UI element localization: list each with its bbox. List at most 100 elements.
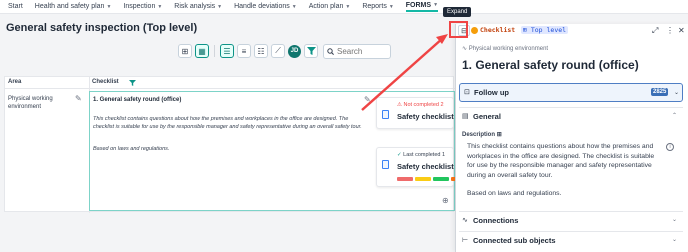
nav-item-label: Reports <box>362 3 387 10</box>
nav-item-forms[interactable]: FORMS ▼ <box>405 1 439 12</box>
chevron-up-icon: ⌃ <box>671 113 677 119</box>
document-icon: ▤ <box>462 113 469 120</box>
status-text: Last completed <box>403 152 441 158</box>
edit-icon[interactable]: ✎ <box>364 95 371 104</box>
progress-segment <box>433 177 449 181</box>
nav-item-risk-analysis[interactable]: Risk analysis ▼ <box>174 3 222 10</box>
checklist-based-on: Based on laws and regulations. <box>93 146 170 152</box>
nav-item-label: FORMS <box>405 1 432 9</box>
area-icon: ∿ <box>462 46 468 52</box>
follow-up-count: 2825 <box>651 88 669 96</box>
nav-item-label: Action plan <box>308 3 344 10</box>
chevron-down-icon: ▼ <box>388 3 394 10</box>
checklist-description: This checklist contains questions about … <box>93 116 362 130</box>
panel-subtitle-text: Physical working environment <box>468 46 549 52</box>
sub-objects-label: Connected sub objects <box>473 236 556 245</box>
status-badge: ✓ Last completed 1 <box>397 152 445 158</box>
close-icon[interactable]: ✕ <box>678 26 685 35</box>
checklist-tag-label: Checklist <box>480 26 516 34</box>
top-level-tag: ⊞ Top level <box>521 26 569 34</box>
checklist-card[interactable]: ⚠ Not completed 2 Safety checklist <box>376 97 454 129</box>
nav-item-handle-deviations[interactable]: Handle deviations ▼ <box>234 3 297 10</box>
chevron-down-icon: ▼ <box>106 3 112 10</box>
check-icon: ✓ <box>397 152 402 158</box>
column-filter-icon[interactable] <box>129 80 136 86</box>
chart-icon: ⟋ <box>275 46 281 55</box>
add-icon[interactable]: ⊕ <box>442 196 449 205</box>
general-section-header[interactable]: ▤ General ⌃ <box>459 107 683 124</box>
nav-item-label: Start <box>8 3 23 10</box>
chevron-down-icon: ▼ <box>433 2 439 8</box>
top-level-label: Top level <box>530 26 567 34</box>
column-header-area[interactable]: Area <box>8 79 21 85</box>
page-title: General safety inspection (Top level) <box>6 22 198 34</box>
follow-up-icon: ⊡ <box>464 89 470 96</box>
nav-item-label: Risk analysis <box>174 3 216 10</box>
toolbar-divider <box>214 45 215 57</box>
description-text: This checklist contains questions about … <box>467 143 655 179</box>
follow-up-label: Follow up <box>474 88 509 97</box>
nav-item-inspection[interactable]: Inspection ▼ <box>123 3 162 10</box>
hierarchy-icon: ⊞ <box>523 26 527 34</box>
view-toolbar: ⊞ ▦ ☰ ≡ ☷ ⟋ JD <box>178 43 391 59</box>
connections-icon: ∿ <box>462 217 468 224</box>
checklist-grid: Area Checklist Physical working environm… <box>4 76 467 213</box>
header-divider <box>5 88 455 89</box>
column-header-checklist[interactable]: Checklist <box>92 79 119 85</box>
search-input[interactable] <box>323 43 391 59</box>
info-icon[interactable]: i <box>666 143 674 151</box>
checklist-card[interactable]: ✓ Last completed 1 Safety checklist <box>376 147 467 187</box>
details-panel: ⊟ Checklist ⊞ Top level ⤢ ⋮ ✕ ∿ Physical… <box>455 24 688 252</box>
hierarchy-icon: ⊞ <box>496 132 502 138</box>
edit-icon[interactable]: ✎ <box>75 94 82 103</box>
panel-subtitle: ∿ Physical working environment <box>462 45 548 52</box>
list-view-button[interactable]: ☰ <box>220 44 234 58</box>
chevron-down-icon: ▼ <box>157 3 163 10</box>
filter-icon <box>306 47 316 55</box>
filter-button[interactable] <box>304 44 318 58</box>
chevron-down-icon: ▼ <box>291 3 297 10</box>
status-count: 2 <box>440 102 444 108</box>
card-title: Safety checklist <box>397 112 454 121</box>
chevron-down-icon: ⌄ <box>671 237 677 243</box>
compact-list-button[interactable]: ≡ <box>237 44 251 58</box>
highlight-box <box>449 21 468 38</box>
connections-label: Connections <box>473 216 519 225</box>
progress-segment <box>397 177 413 181</box>
description-label-text: Description <box>462 132 496 138</box>
chevron-down-icon: ▼ <box>345 3 351 10</box>
search-field[interactable] <box>337 46 389 56</box>
nav-item-label: Health and safety plan <box>34 3 105 10</box>
panel-title: 1. General safety round (office) <box>462 58 639 72</box>
detail-list-button[interactable]: ☷ <box>254 44 268 58</box>
status-badge: ⚠ Not completed 2 <box>397 102 444 108</box>
sub-objects-icon: ⊢ <box>462 237 469 244</box>
grid-icon: ▦ <box>198 46 206 56</box>
nav-item-label: Inspection <box>123 3 156 10</box>
top-navigation: Start Health and safety plan ▼ Inspection… <box>0 0 688 14</box>
checklist-cell[interactable]: 1. General safety round (office) ✎ This … <box>89 91 467 211</box>
pin-icon[interactable]: ⤢ <box>652 26 658 36</box>
follow-up-section[interactable]: ⊡ Follow up 2825 ⌄ <box>459 83 683 102</box>
sub-objects-section-header[interactable]: ⊢ Connected sub objects ⌄ <box>459 231 683 248</box>
nav-item-label: Handle deviations <box>234 3 290 10</box>
chevron-down-icon: ⌄ <box>671 217 677 223</box>
nav-item-reports[interactable]: Reports ▼ <box>362 3 393 10</box>
connections-section-header[interactable]: ∿ Connections ⌄ <box>459 211 683 228</box>
checklist-tag-icon <box>471 26 478 34</box>
more-options-icon[interactable]: ⋮ <box>666 26 674 35</box>
avatar[interactable]: JD <box>288 44 301 58</box>
hierarchy-icon: ⊞ <box>181 46 189 56</box>
chart-view-button[interactable]: ⟋ <box>271 44 285 58</box>
hierarchy-view-button[interactable]: ⊞ <box>178 44 192 58</box>
description-label: Description ⊞ <box>462 131 502 138</box>
nav-item-start[interactable]: Start <box>8 3 23 10</box>
document-icon <box>382 110 389 119</box>
nav-item-action-plan[interactable]: Action plan ▼ <box>309 3 351 10</box>
status-text: Not completed <box>403 102 439 108</box>
nav-item-health-safety-plan[interactable]: Health and safety plan ▼ <box>35 3 112 10</box>
detail-list-icon: ☷ <box>257 46 265 56</box>
grid-view-button[interactable]: ▦ <box>195 44 209 58</box>
search-icon <box>327 47 334 55</box>
expand-tooltip: Expand <box>443 7 472 17</box>
